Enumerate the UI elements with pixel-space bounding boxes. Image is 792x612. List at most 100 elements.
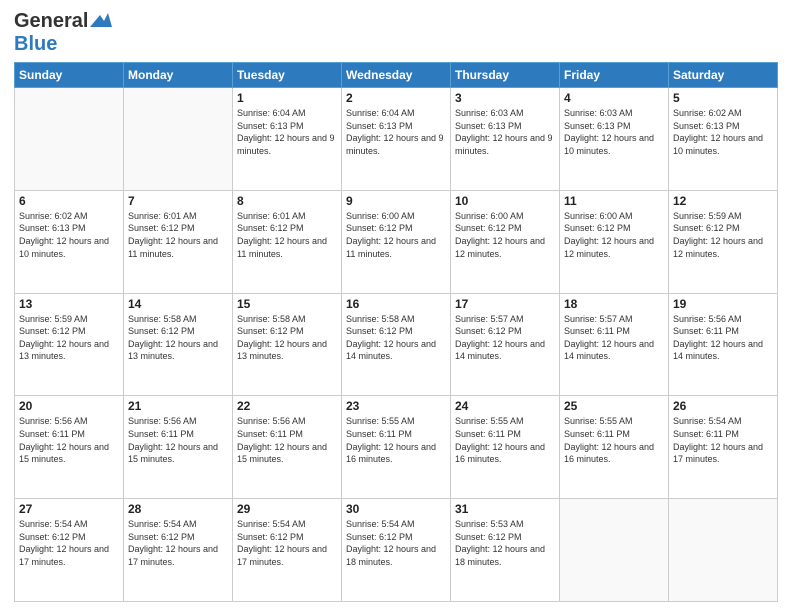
- calendar-day-cell: 26Sunrise: 5:54 AM Sunset: 6:11 PM Dayli…: [669, 396, 778, 499]
- day-number: 13: [19, 297, 119, 311]
- calendar-day-cell: 1Sunrise: 6:04 AM Sunset: 6:13 PM Daylig…: [233, 88, 342, 191]
- day-info: Sunrise: 5:56 AM Sunset: 6:11 PM Dayligh…: [19, 415, 119, 465]
- calendar-day-header: Monday: [124, 63, 233, 88]
- calendar-day-cell: 25 Sunrise: 5:55 AM Sunset: 6:11 PM Dayli…: [560, 396, 669, 499]
- day-number: 9: [346, 194, 446, 208]
- day-number: 27: [19, 502, 119, 516]
- calendar-day-cell: 4 Sunrise: 6:03 AM Sunset: 6:13 PM Daylig…: [560, 88, 669, 191]
- day-number: 21: [128, 399, 228, 413]
- calendar-day-cell: 6 Sunrise: 6:02 AM Sunset: 6:13 PM Daylig…: [15, 190, 124, 293]
- day-number: 23: [346, 399, 446, 413]
- day-number: 25: [564, 399, 664, 413]
- calendar-day-cell: 18 Sunrise: 5:57 AM Sunset: 6:11 PM Dayli…: [560, 293, 669, 396]
- day-number: 26: [673, 399, 773, 413]
- day-info: Sunrise: 5:56 AM Sunset: 6:11 PM Dayligh…: [673, 313, 773, 363]
- header: General Blue: [14, 10, 778, 56]
- day-number: 30: [346, 502, 446, 516]
- day-number: 19: [673, 297, 773, 311]
- calendar-day-cell: 9 Sunrise: 6:00 AM Sunset: 6:12 PM Daylig…: [342, 190, 451, 293]
- calendar-day-cell: 10Sunrise: 6:00 AM Sunset: 6:12 PM Dayli…: [451, 190, 560, 293]
- calendar-day-cell: 14 Sunrise: 5:58 AM Sunset: 6:12 PM Dayli…: [124, 293, 233, 396]
- day-number: 2: [346, 91, 446, 105]
- calendar-day-cell: 24 Sunrise: 5:55 AM Sunset: 6:11 PM Dayli…: [451, 396, 560, 499]
- day-info: Sunrise: 6:01 AM Sunset: 6:12 PM Dayligh…: [237, 210, 337, 260]
- day-number: 20: [19, 399, 119, 413]
- day-info: Sunrise: 6:00 AM Sunset: 6:12 PM Dayligh…: [564, 210, 664, 260]
- calendar-day-header: Saturday: [669, 63, 778, 88]
- calendar-day-cell: 8 Sunrise: 6:01 AM Sunset: 6:12 PM Daylig…: [233, 190, 342, 293]
- day-info: Sunrise: 5:58 AM Sunset: 6:12 PM Dayligh…: [346, 313, 446, 363]
- day-number: 4: [564, 91, 664, 105]
- day-info: Sunrise: 6:02 AM Sunset: 6:13 PM Dayligh…: [19, 210, 119, 260]
- day-info: Sunrise: 5:58 AM Sunset: 6:12 PM Dayligh…: [128, 313, 228, 363]
- day-number: 15: [237, 297, 337, 311]
- day-number: 17: [455, 297, 555, 311]
- day-info: Sunrise: 5:54 AM Sunset: 6:12 PM Dayligh…: [346, 518, 446, 568]
- calendar-day-cell: 27 Sunrise: 5:54 AM Sunset: 6:12 PM Dayli…: [15, 499, 124, 602]
- day-number: 24: [455, 399, 555, 413]
- day-info: Sunrise: 6:03 AM Sunset: 6:13 PM Dayligh…: [564, 107, 664, 157]
- day-info: Sunrise: 5:55 AM Sunset: 6:11 PM Dayligh…: [346, 415, 446, 465]
- day-number: 16: [346, 297, 446, 311]
- day-info: Sunrise: 5:59 AM Sunset: 6:12 PM Dayligh…: [673, 210, 773, 260]
- calendar-week-row: 6 Sunrise: 6:02 AM Sunset: 6:13 PM Daylig…: [15, 190, 778, 293]
- calendar-day-cell: [560, 499, 669, 602]
- calendar-day-header: Wednesday: [342, 63, 451, 88]
- day-info: Sunrise: 5:56 AM Sunset: 6:11 PM Dayligh…: [128, 415, 228, 465]
- day-info: Sunrise: 5:55 AM Sunset: 6:11 PM Dayligh…: [564, 415, 664, 465]
- day-number: 12: [673, 194, 773, 208]
- calendar-day-cell: [669, 499, 778, 602]
- calendar-day-cell: 2 Sunrise: 6:04 AM Sunset: 6:13 PM Daylig…: [342, 88, 451, 191]
- day-number: 8: [237, 194, 337, 208]
- day-number: 3: [455, 91, 555, 105]
- day-number: 29: [237, 502, 337, 516]
- calendar-day-header: Friday: [560, 63, 669, 88]
- calendar-day-cell: 3 Sunrise: 6:03 AM Sunset: 6:13 PM Daylig…: [451, 88, 560, 191]
- calendar-day-cell: 11 Sunrise: 6:00 AM Sunset: 6:12 PM Dayli…: [560, 190, 669, 293]
- calendar-day-cell: 23 Sunrise: 5:55 AM Sunset: 6:11 PM Dayli…: [342, 396, 451, 499]
- calendar-day-cell: 21 Sunrise: 5:56 AM Sunset: 6:11 PM Dayli…: [124, 396, 233, 499]
- calendar-week-row: 20 Sunrise: 5:56 AM Sunset: 6:11 PM Dayli…: [15, 396, 778, 499]
- day-info: Sunrise: 5:54 AM Sunset: 6:12 PM Dayligh…: [19, 518, 119, 568]
- day-info: Sunrise: 6:00 AM Sunset: 6:12 PM Dayligh…: [346, 210, 446, 260]
- calendar-day-cell: 28 Sunrise: 5:54 AM Sunset: 6:12 PM Dayli…: [124, 499, 233, 602]
- calendar-day-cell: 31 Sunrise: 5:53 AM Sunset: 6:12 PM Dayli…: [451, 499, 560, 602]
- day-number: 31: [455, 502, 555, 516]
- calendar-day-cell: 13 Sunrise: 5:59 AM Sunset: 6:12 PM Dayli…: [15, 293, 124, 396]
- calendar-day-header: Thursday: [451, 63, 560, 88]
- calendar-day-cell: [15, 88, 124, 191]
- day-info: Sunrise: 5:56 AM Sunset: 6:11 PM Dayligh…: [237, 415, 337, 465]
- calendar-day-cell: [124, 88, 233, 191]
- day-number: 6: [19, 194, 119, 208]
- calendar-day-cell: 19 Sunrise: 5:56 AM Sunset: 6:11 PM Dayli…: [669, 293, 778, 396]
- day-number: 1: [237, 91, 337, 105]
- page: General Blue SundayMondayTuesdayWednesda…: [0, 0, 792, 612]
- day-info: Sunrise: 6:02 AM Sunset: 6:13 PM Dayligh…: [673, 107, 773, 157]
- day-number: 18: [564, 297, 664, 311]
- calendar-day-cell: 20 Sunrise: 5:56 AM Sunset: 6:11 PM Dayli…: [15, 396, 124, 499]
- day-number: 11: [564, 194, 664, 208]
- day-info: Sunrise: 5:58 AM Sunset: 6:12 PM Dayligh…: [237, 313, 337, 363]
- day-info: Sunrise: 5:59 AM Sunset: 6:12 PM Dayligh…: [19, 313, 119, 363]
- calendar-week-row: 27 Sunrise: 5:54 AM Sunset: 6:12 PM Dayli…: [15, 499, 778, 602]
- day-info: Sunrise: 5:53 AM Sunset: 6:12 PM Dayligh…: [455, 518, 555, 568]
- day-info: Sunrise: 6:04 AM Sunset: 6:13 PM Dayligh…: [346, 107, 446, 157]
- logo: General Blue: [14, 10, 112, 56]
- calendar-day-cell: 7Sunrise: 6:01 AM Sunset: 6:12 PM Daylig…: [124, 190, 233, 293]
- calendar-day-header: Sunday: [15, 63, 124, 88]
- day-info: Sunrise: 5:57 AM Sunset: 6:11 PM Dayligh…: [564, 313, 664, 363]
- calendar-day-cell: 5Sunrise: 6:02 AM Sunset: 6:13 PM Daylig…: [669, 88, 778, 191]
- calendar-day-header: Tuesday: [233, 63, 342, 88]
- day-info: Sunrise: 5:54 AM Sunset: 6:12 PM Dayligh…: [128, 518, 228, 568]
- logo-general-text: General: [14, 10, 88, 33]
- calendar-table: SundayMondayTuesdayWednesdayThursdayFrid…: [14, 62, 778, 602]
- day-number: 14: [128, 297, 228, 311]
- logo-bird-icon: [90, 13, 112, 29]
- calendar-day-cell: 16 Sunrise: 5:58 AM Sunset: 6:12 PM Dayli…: [342, 293, 451, 396]
- day-info: Sunrise: 6:03 AM Sunset: 6:13 PM Dayligh…: [455, 107, 555, 157]
- day-info: Sunrise: 5:55 AM Sunset: 6:11 PM Dayligh…: [455, 415, 555, 465]
- calendar-day-cell: 12 Sunrise: 5:59 AM Sunset: 6:12 PM Dayli…: [669, 190, 778, 293]
- calendar-week-row: 13 Sunrise: 5:59 AM Sunset: 6:12 PM Dayli…: [15, 293, 778, 396]
- day-number: 28: [128, 502, 228, 516]
- day-info: Sunrise: 5:57 AM Sunset: 6:12 PM Dayligh…: [455, 313, 555, 363]
